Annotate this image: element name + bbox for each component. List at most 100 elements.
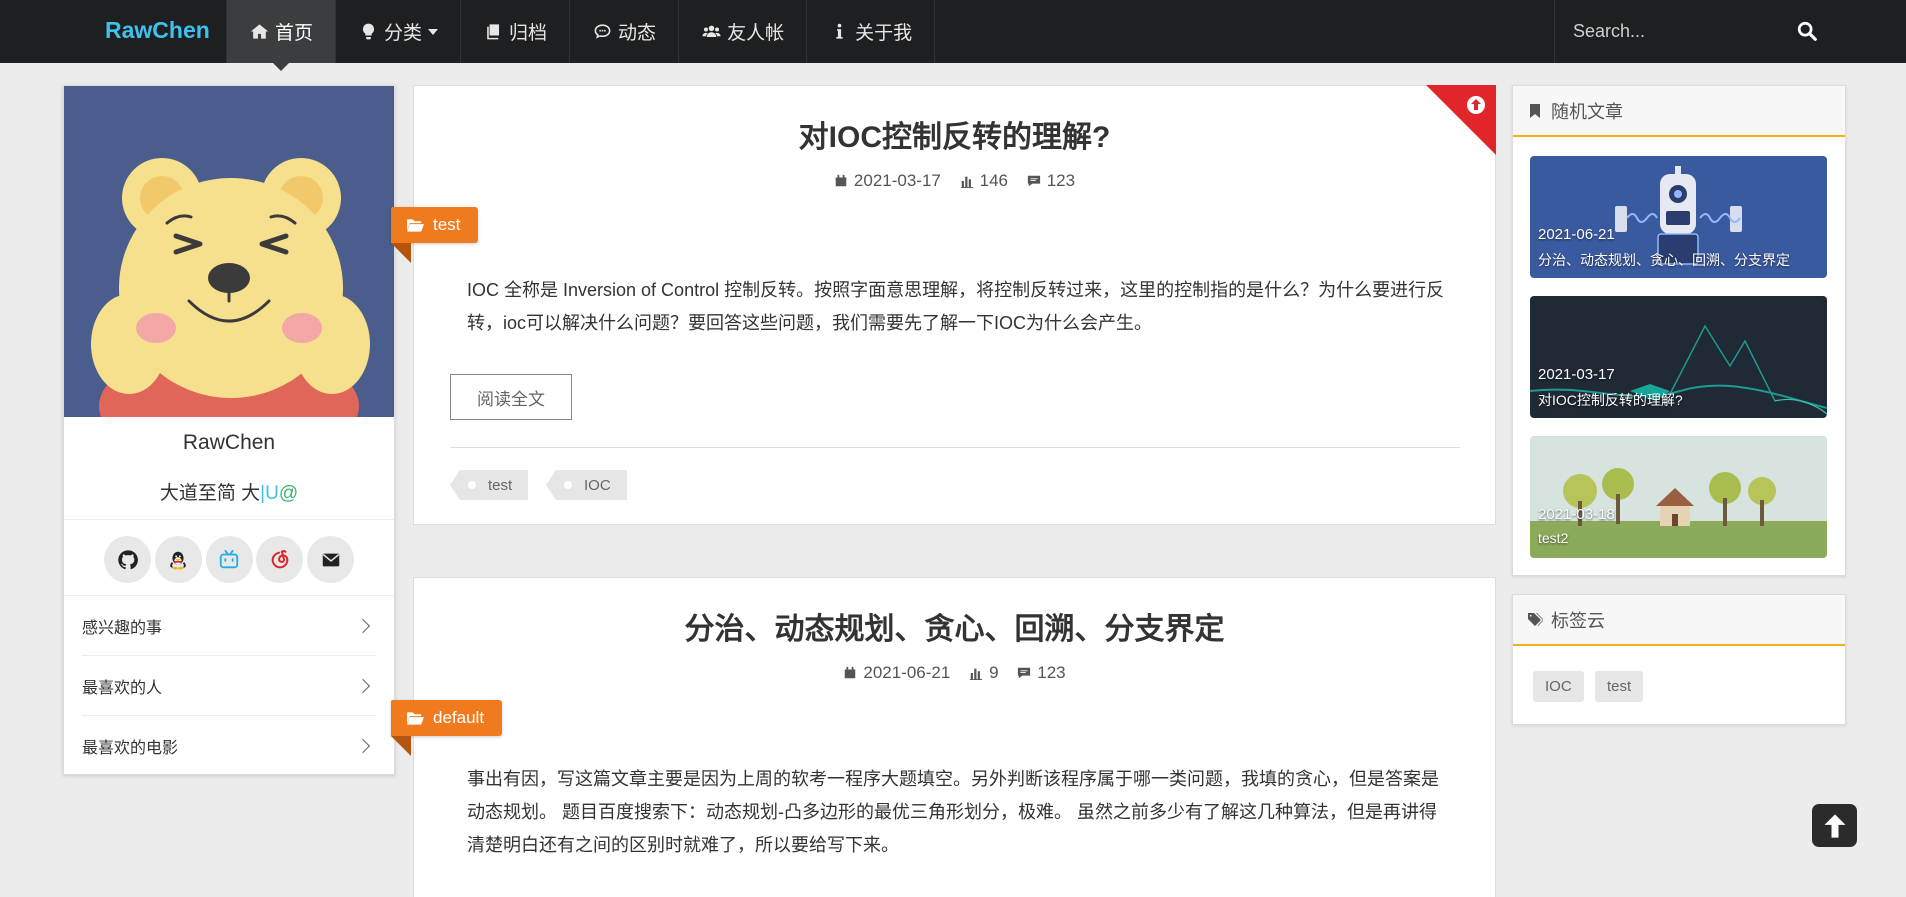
- back-to-top-button[interactable]: [1812, 804, 1857, 847]
- post-views: 146: [960, 171, 1008, 191]
- post-comments-text: 123: [1046, 171, 1076, 190]
- random-post-card[interactable]: 2021-03-17 对IOC控制反转的理解?: [1530, 296, 1827, 418]
- profile-link-favorite-people[interactable]: 最喜欢的人: [82, 656, 376, 716]
- ribbon-fold: [391, 736, 411, 756]
- home-icon: [249, 22, 269, 42]
- bar-chart-icon: [960, 176, 973, 188]
- random-post-title: 分治、动态规划、贪心、回溯、分支界定: [1538, 252, 1790, 268]
- cloud-tag[interactable]: test: [1595, 671, 1644, 702]
- search-box: [1554, 0, 1906, 63]
- post-tag[interactable]: IOC: [546, 470, 627, 500]
- profile-card: RawChen 大道至简 大|U@ 感兴趣的事 最喜欢的人 最喜欢的电影: [63, 85, 395, 775]
- cloud-tag[interactable]: IOC: [1533, 671, 1584, 702]
- village-thumbnail: [1530, 436, 1827, 558]
- post-tag[interactable]: test: [449, 470, 529, 500]
- folder-open-icon: [407, 218, 424, 232]
- random-post-title: test2: [1538, 530, 1569, 546]
- post-date-text: 2021-03-17: [853, 171, 941, 190]
- calendar-icon: [845, 666, 856, 679]
- qq-button[interactable]: [154, 536, 202, 583]
- folder-open-icon: [407, 711, 424, 725]
- lightbulb-icon: [358, 22, 378, 42]
- profile-link-label: 最喜欢的人: [82, 679, 163, 697]
- bilibili-button[interactable]: [205, 536, 253, 583]
- post-meta: 2021-03-17 146 123: [414, 171, 1495, 193]
- comment-icon: [1027, 175, 1040, 187]
- nav-archive[interactable]: 归档: [461, 0, 571, 63]
- search-input[interactable]: [1573, 16, 1833, 46]
- post-views-text: 9: [989, 663, 999, 682]
- users-icon: [701, 22, 721, 42]
- post-card: 对IOC控制反转的理解? 2021-03-17 146 123 IOC 全称是 …: [413, 85, 1496, 525]
- random-post-card[interactable]: 2021-06-21 分治、动态规划、贪心、回溯、分支界定: [1530, 156, 1827, 278]
- site-brand[interactable]: RawChen: [105, 0, 210, 63]
- post-card: 分治、动态规划、贪心、回溯、分支界定 2021-06-21 9 123 事出有因…: [413, 577, 1496, 897]
- netease-music-icon: [271, 549, 289, 568]
- info-icon: [829, 22, 849, 42]
- random-post-card[interactable]: 2021-03-18 test2: [1530, 436, 1827, 558]
- github-button[interactable]: [104, 536, 151, 583]
- random-post-title: 对IOC控制反转的理解?: [1538, 392, 1683, 408]
- nav-moments[interactable]: 动态: [570, 0, 680, 63]
- post-views: 9: [969, 663, 999, 683]
- tags-icon: [1528, 612, 1543, 626]
- bookmark-icon: [1530, 103, 1540, 118]
- post-divider: [450, 447, 1460, 448]
- post-title[interactable]: 对IOC控制反转的理解?: [414, 112, 1495, 156]
- tag-cloud-widget: 标签云 IOC test: [1512, 594, 1846, 725]
- motto-at: @: [278, 483, 299, 504]
- email-button[interactable]: [307, 536, 354, 583]
- motto-text: 大道至简 大: [159, 483, 261, 504]
- post-comments-text: 123: [1037, 663, 1066, 682]
- post-excerpt: 事出有因，写这篇文章主要是因为上周的软考一程序大题填空。另外判断该程序属于哪一类…: [467, 769, 1439, 855]
- comment-icon: [1018, 667, 1031, 679]
- netease-music-button[interactable]: [256, 536, 304, 583]
- widget-header: 随机文章: [1513, 86, 1845, 137]
- archive-icon: [483, 22, 503, 42]
- nav-category-label: 分类: [384, 23, 423, 44]
- profile-link-favorite-movies[interactable]: 最喜欢的电影: [82, 716, 376, 776]
- random-post-date: 2021-03-18: [1538, 506, 1615, 523]
- email-icon: [322, 553, 339, 566]
- category-ribbon[interactable]: test: [391, 207, 479, 243]
- profile-link-interests[interactable]: 感兴趣的事: [82, 596, 376, 656]
- bar-chart-icon: [969, 668, 983, 680]
- nav-category[interactable]: 分类: [336, 0, 462, 63]
- profile-link-label: 感兴趣的事: [82, 619, 163, 637]
- nav-about[interactable]: 关于我: [807, 0, 936, 63]
- nav-friends-label: 友人帐: [727, 23, 785, 44]
- category-ribbon[interactable]: default: [391, 700, 503, 736]
- qq-icon: [170, 551, 187, 569]
- random-post-date: 2021-06-21: [1538, 226, 1615, 243]
- post-excerpt: IOC 全称是 Inversion of Control 控制反转。按照字面意思…: [467, 280, 1445, 333]
- category-label: default: [433, 708, 485, 727]
- read-more-button[interactable]: 阅读全文: [450, 374, 572, 420]
- chevron-right-icon: [355, 678, 371, 693]
- pinned-corner-badge: [1426, 85, 1496, 155]
- post-views-text: 146: [979, 171, 1008, 190]
- chevron-right-icon: [355, 618, 371, 633]
- main-nav: 首页 分类 归档 动态 友人帐 关于我: [226, 0, 936, 71]
- widget-title: 标签云: [1551, 610, 1605, 631]
- post-comments: 123: [1017, 663, 1066, 683]
- widget-header: 标签云: [1513, 595, 1845, 646]
- bilibili-icon: [219, 549, 239, 568]
- avatar: [64, 86, 394, 417]
- social-links: [104, 536, 354, 584]
- post-date-text: 2021-06-21: [863, 663, 951, 682]
- arrow-up-icon: [1824, 813, 1845, 838]
- nav-about-label: 关于我: [855, 23, 913, 44]
- widget-title: 随机文章: [1551, 101, 1623, 122]
- post-comments: 123: [1027, 171, 1075, 191]
- profile-name: RawChen: [182, 431, 276, 454]
- post-meta: 2021-06-21 9 123: [414, 663, 1495, 685]
- nav-home[interactable]: 首页: [226, 0, 337, 71]
- random-posts-widget: 随机文章 2021-06-21 分治、动态规划、贪心、回溯、分支界定 2021-…: [1512, 85, 1846, 576]
- profile-motto: 大道至简 大|U@: [64, 478, 394, 505]
- nav-friends[interactable]: 友人帐: [679, 0, 808, 63]
- search-icon[interactable]: [1796, 20, 1818, 42]
- top-navbar: RawChen 首页 分类 归档 动态 友人帐 关于我: [0, 0, 1906, 71]
- post-date: 2021-06-21: [843, 663, 950, 683]
- profile-link-label: 最喜欢的电影: [82, 740, 179, 757]
- post-title[interactable]: 分治、动态规划、贪心、回溯、分支界定: [414, 604, 1495, 648]
